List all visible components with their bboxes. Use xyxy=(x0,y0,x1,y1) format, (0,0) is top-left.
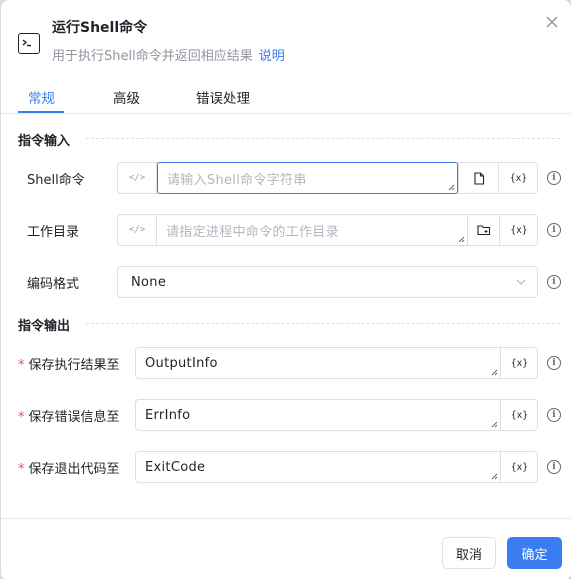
encoding-value: None xyxy=(131,274,167,290)
working-dir-input[interactable]: 请指定进程中命令的工作目录 xyxy=(157,215,467,245)
info-icon[interactable]: i xyxy=(547,275,561,289)
error-var-input[interactable]: ErrInfo xyxy=(136,400,500,430)
error-var-value: ErrInfo xyxy=(145,407,191,423)
result-var-value: OutputInfo xyxy=(145,355,218,371)
dialog-description: 用于执行Shell命令并返回相应结果 xyxy=(52,49,253,64)
shell-command-input[interactable]: 请输入Shell命令字符串 xyxy=(157,162,458,194)
shell-command-field: </> 请输入Shell命令字符串 {x} xyxy=(117,162,538,194)
working-dir-label: 工作目录 xyxy=(27,225,80,240)
result-var-label: * 保存执行结果至 xyxy=(18,354,120,373)
chevron-down-icon xyxy=(516,279,526,285)
exit-code-var-label: * 保存退出代码至 xyxy=(18,458,120,477)
resize-handle-icon[interactable] xyxy=(491,473,498,480)
section-heading-output: 指令输出 xyxy=(18,319,71,334)
section-heading-input: 指令输入 xyxy=(18,134,71,149)
required-marker: * xyxy=(18,358,25,373)
exit-code-var-label-text: 保存退出代码至 xyxy=(28,462,120,477)
required-marker: * xyxy=(18,462,25,477)
tab-error-handling[interactable]: 错误处理 xyxy=(196,87,250,107)
variable-icon: {x} xyxy=(510,461,529,473)
tab-advanced[interactable]: 高级 xyxy=(113,87,140,107)
info-icon[interactable]: i xyxy=(547,408,561,422)
variable-icon: {x} xyxy=(510,357,529,369)
close-icon[interactable] xyxy=(545,15,559,29)
encoding-value-area: None xyxy=(122,267,482,297)
file-icon xyxy=(473,171,484,185)
active-tab-indicator xyxy=(18,111,64,113)
terminal-icon xyxy=(18,33,40,54)
insert-variable-button[interactable]: {x} xyxy=(499,215,538,245)
error-var-label: * 保存错误信息至 xyxy=(18,406,120,425)
section-divider xyxy=(86,138,560,139)
variable-icon: {x} xyxy=(510,409,529,421)
result-var-input[interactable]: OutputInfo xyxy=(136,348,500,378)
resize-handle-icon[interactable] xyxy=(491,421,498,428)
encoding-label: 编码格式 xyxy=(27,277,80,292)
working-dir-field: </> 请指定进程中命令的工作目录 {x} xyxy=(117,214,538,246)
code-prefix-icon: </> xyxy=(118,215,157,245)
working-dir-placeholder: 请指定进程中命令的工作目录 xyxy=(166,224,339,240)
result-var-field: OutputInfo {x} xyxy=(135,347,538,379)
result-var-label-text: 保存执行结果至 xyxy=(28,358,120,373)
resize-handle-icon[interactable] xyxy=(458,236,465,243)
dialog-subtitle: 用于执行Shell命令并返回相应结果 说明 xyxy=(52,45,285,64)
error-var-field: ErrInfo {x} xyxy=(135,399,538,431)
file-select-button[interactable] xyxy=(458,163,498,193)
code-prefix-icon: </> xyxy=(118,163,157,193)
insert-variable-button[interactable]: {x} xyxy=(500,452,538,482)
tab-general[interactable]: 常规 xyxy=(28,87,55,107)
dialog-footer: 取消 确定 xyxy=(1,518,571,579)
info-icon[interactable]: i xyxy=(547,171,561,185)
folder-icon xyxy=(476,225,490,236)
exit-code-var-value: ExitCode xyxy=(145,459,206,475)
insert-variable-button[interactable]: {x} xyxy=(498,163,538,193)
variable-icon: {x} xyxy=(510,224,528,236)
info-icon[interactable]: i xyxy=(547,460,561,474)
dialog-title: 运行Shell命令 xyxy=(52,20,148,36)
insert-variable-button[interactable]: {x} xyxy=(500,348,538,378)
info-icon[interactable]: i xyxy=(547,223,561,237)
encoding-select[interactable]: None xyxy=(117,266,538,298)
cancel-button[interactable]: 取消 xyxy=(442,537,496,569)
error-var-label-text: 保存错误信息至 xyxy=(28,410,120,425)
shell-command-placeholder: 请输入Shell命令字符串 xyxy=(167,172,307,188)
resize-handle-icon[interactable] xyxy=(448,184,455,191)
resize-handle-icon[interactable] xyxy=(491,369,498,376)
section-divider xyxy=(86,323,560,324)
shell-command-label: Shell命令 xyxy=(27,173,85,188)
confirm-button[interactable]: 确定 xyxy=(507,537,562,569)
variable-icon: {x} xyxy=(509,172,528,184)
exit-code-var-input[interactable]: ExitCode xyxy=(136,452,500,482)
folder-select-button[interactable] xyxy=(467,215,499,245)
insert-variable-button[interactable]: {x} xyxy=(500,400,538,430)
tab-bar: 常规 高级 错误处理 xyxy=(1,80,571,114)
info-icon[interactable]: i xyxy=(547,356,561,370)
help-link[interactable]: 说明 xyxy=(259,49,285,64)
required-marker: * xyxy=(18,410,25,425)
run-shell-dialog: 运行Shell命令 用于执行Shell命令并返回相应结果 说明 常规 高级 错误处… xyxy=(1,0,571,579)
exit-code-var-field: ExitCode {x} xyxy=(135,451,538,483)
